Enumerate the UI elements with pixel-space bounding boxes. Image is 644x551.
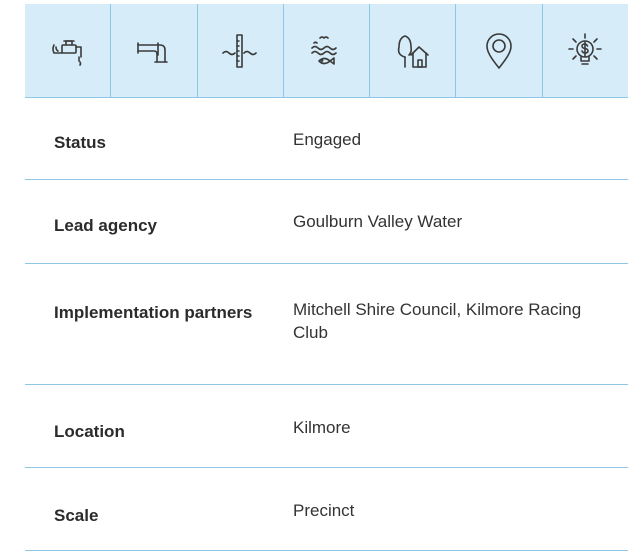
water-level-icon — [222, 33, 258, 68]
status-value: Engaged — [293, 130, 362, 149]
icon-cell-lightbulb-dollar — [543, 4, 628, 97]
icon-cell-location-pin — [456, 4, 543, 97]
scale-value: Precinct — [293, 501, 355, 520]
status-label: Status — [54, 133, 106, 152]
scale-row: Scale Precinct — [25, 468, 628, 551]
icon-strip — [25, 4, 628, 98]
location-value: Kilmore — [293, 418, 351, 437]
scale-label: Scale — [54, 506, 99, 525]
waterway-fish-icon — [311, 35, 338, 65]
icon-cell-waterway-fish — [284, 4, 371, 97]
location-row: Location Kilmore — [25, 385, 628, 468]
lead-agency-row: Lead agency Goulburn Valley Water — [25, 180, 628, 264]
icon-cell-water-level — [198, 4, 284, 97]
status-row: Status Engaged — [25, 97, 628, 180]
lightbulb-dollar-icon — [568, 32, 603, 65]
implementation-partners-value: Mitchell Shire Council, Kilmore Racing C… — [293, 300, 582, 342]
location-label: Location — [54, 422, 125, 441]
lead-agency-value: Goulburn Valley Water — [293, 212, 463, 231]
project-details-table: Status Engaged Lead agency Goulburn Vall… — [25, 97, 628, 551]
icon-cell-drain-pipe — [111, 4, 198, 97]
lead-agency-label: Lead agency — [54, 216, 157, 235]
location-pin-icon — [486, 32, 512, 69]
icon-cell-water-tap — [25, 4, 112, 97]
implementation-partners-row: Implementation partners Mitchell Shire C… — [25, 264, 628, 385]
drain-pipe-icon — [137, 41, 168, 63]
water-tap-icon — [51, 39, 82, 66]
icon-cell-tree-house — [370, 4, 457, 97]
tree-house-icon — [397, 34, 429, 68]
implementation-partners-label: Implementation partners — [54, 303, 253, 322]
